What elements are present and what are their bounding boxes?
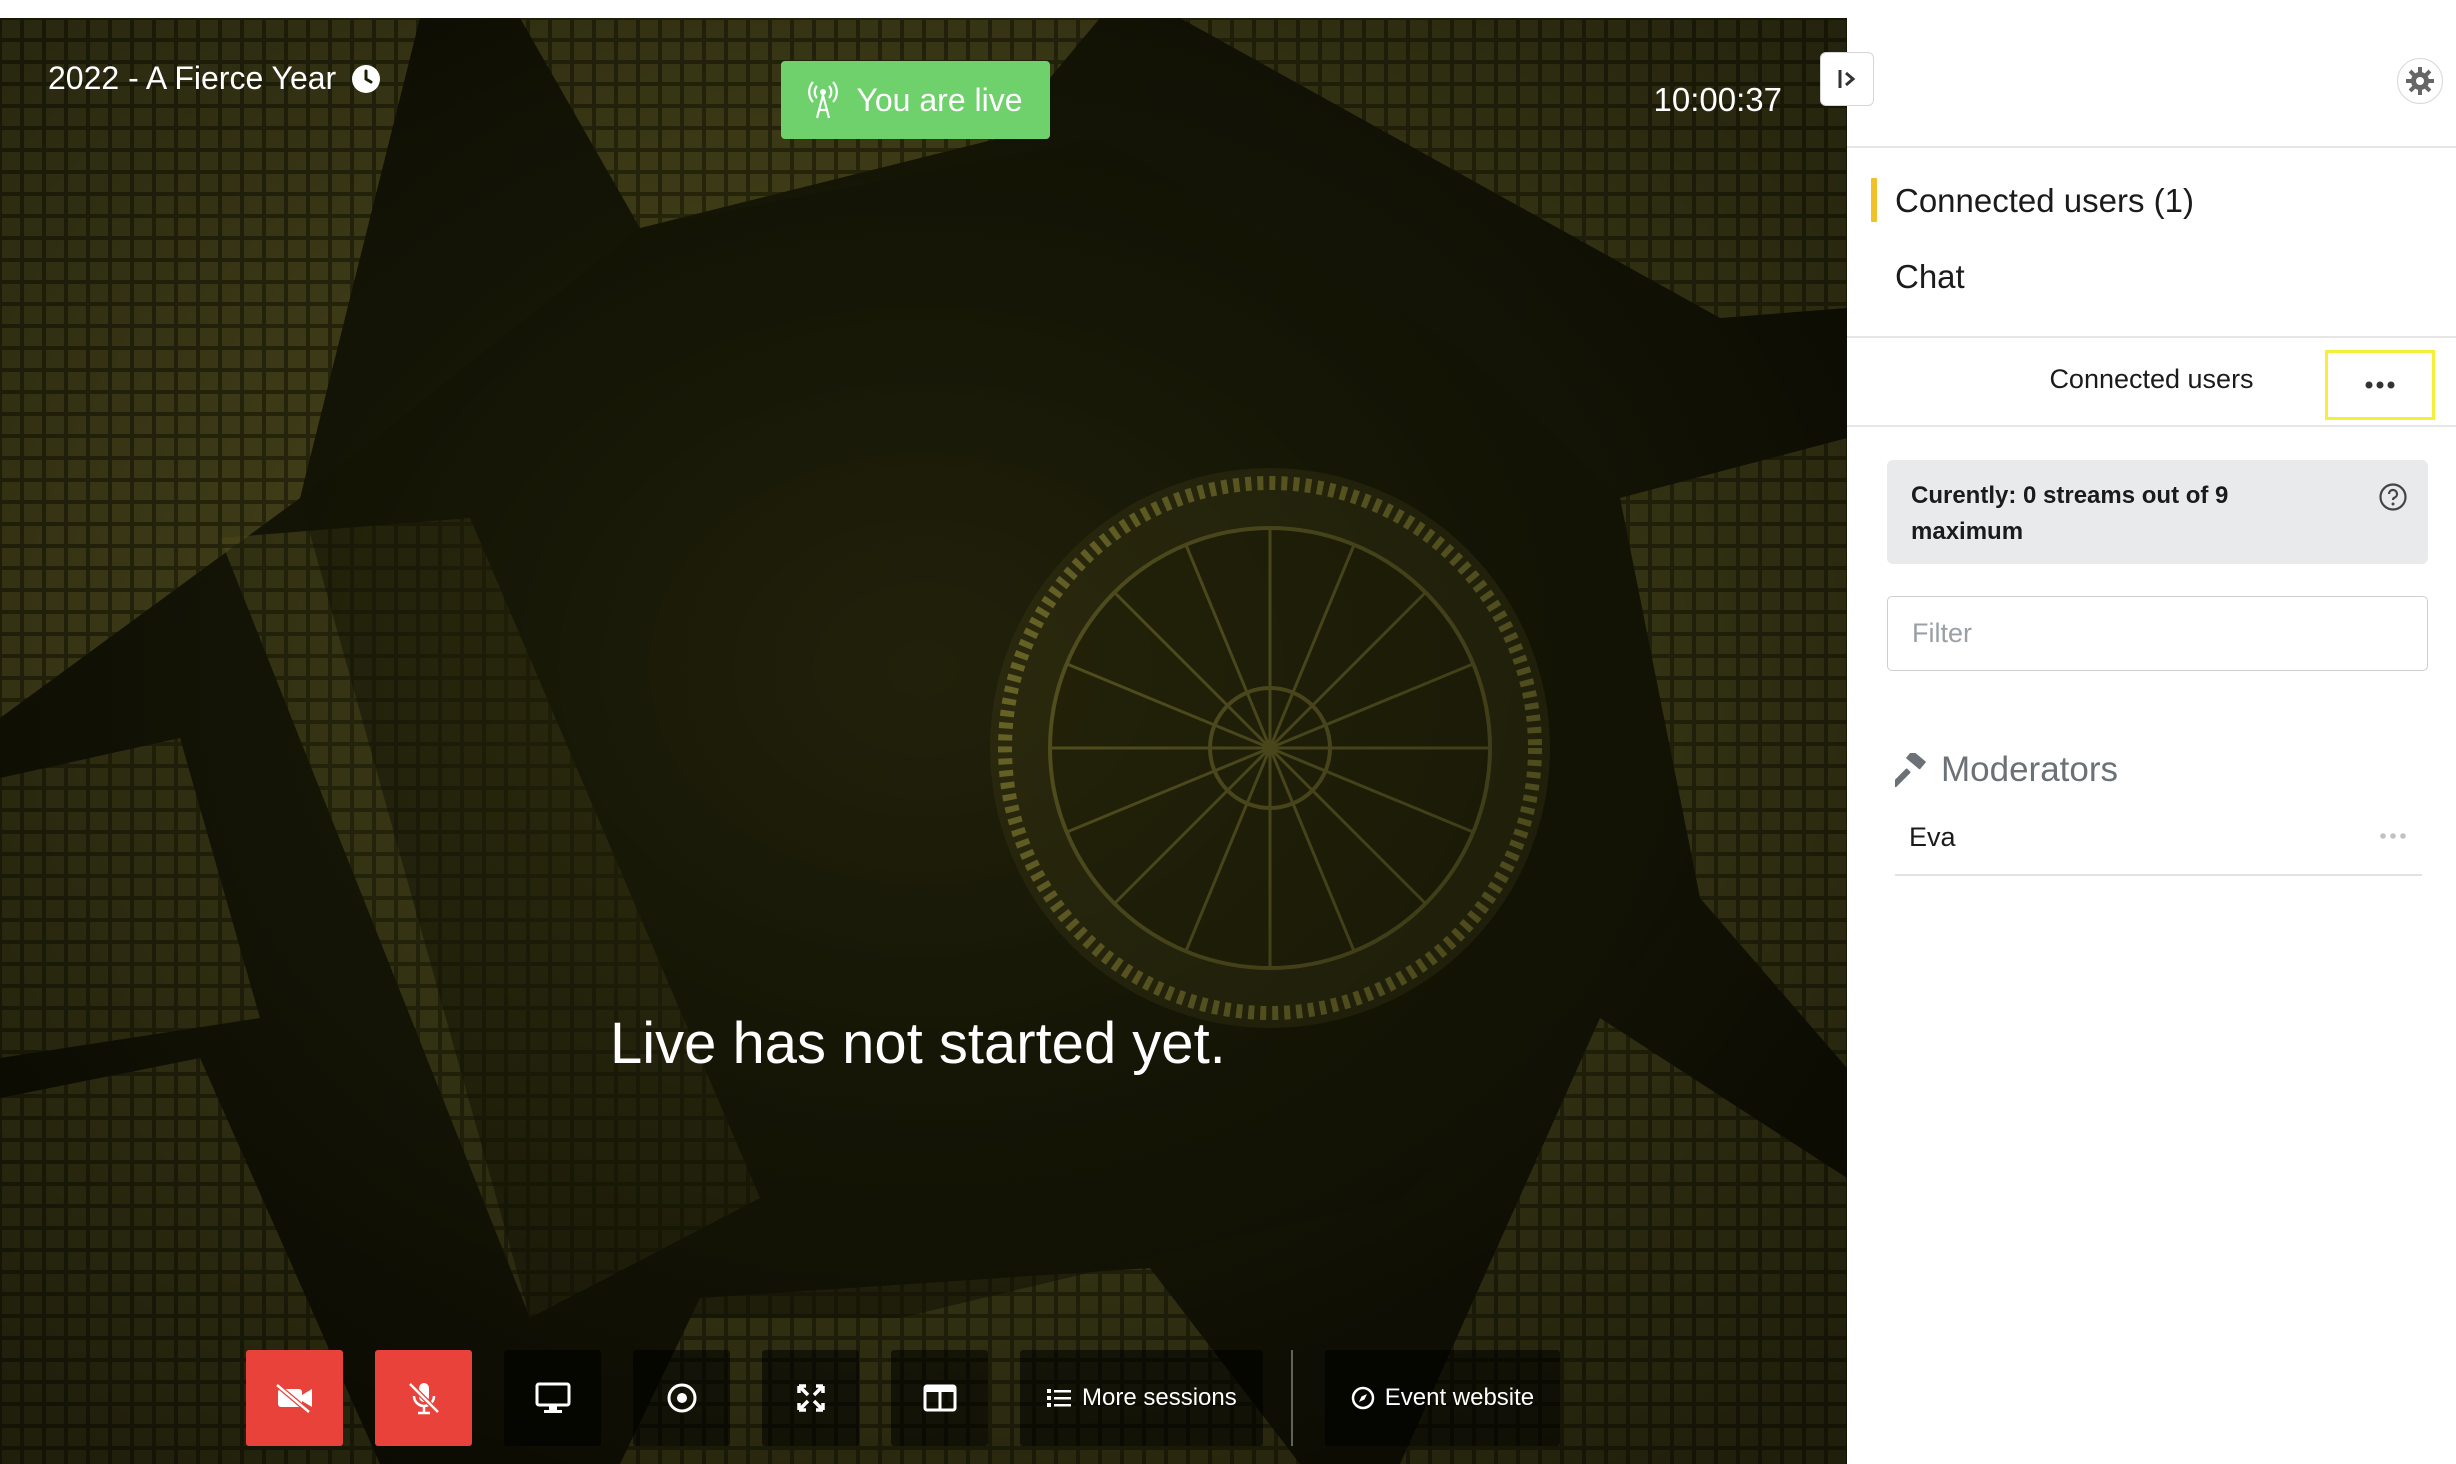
layout-icon <box>923 1384 956 1412</box>
gear-icon <box>2406 67 2434 95</box>
toggle-microphone-button[interactable] <box>375 1350 472 1446</box>
gavel-icon <box>1895 753 1926 787</box>
stage-background-image <box>0 18 1847 1464</box>
compass-icon <box>1351 1386 1374 1410</box>
sidebar-divider <box>1847 146 2456 148</box>
record-button[interactable] <box>633 1350 730 1446</box>
sidebar-divider <box>1847 336 2456 338</box>
live-not-started-notice: Live has not started yet. <box>610 1011 1226 1076</box>
filter-input[interactable] <box>1887 596 2428 671</box>
panel-more-options-button[interactable] <box>2325 350 2435 420</box>
tab-connected-users[interactable]: Connected users (1) <box>1895 182 2194 220</box>
list-icon <box>1047 1389 1071 1407</box>
moderators-heading: Moderators <box>1895 750 2118 790</box>
moderators-heading-label: Moderators <box>1941 750 2119 789</box>
ellipsis-icon <box>2365 381 2395 389</box>
help-icon[interactable] <box>2378 482 2408 512</box>
call-toolbar: More sessions Event website <box>246 1350 1592 1446</box>
user-row[interactable]: Eva <box>1895 808 2422 876</box>
record-icon <box>667 1383 696 1413</box>
live-status-badge: You are live <box>781 61 1050 139</box>
mic-off-icon <box>407 1382 440 1415</box>
session-timer: 10:00:37 <box>1653 81 1782 118</box>
collapse-panel-icon <box>1838 70 1856 88</box>
event-title: 2022 - A Fierce Year <box>48 60 382 97</box>
share-screen-button[interactable] <box>504 1350 601 1446</box>
user-options-icon[interactable] <box>2378 826 2408 846</box>
more-sessions-label: More sessions <box>1082 1384 1237 1411</box>
event-website-label: Event website <box>1384 1384 1535 1411</box>
fullscreen-icon <box>796 1384 825 1412</box>
sidebar-divider <box>1847 425 2456 427</box>
toggle-camera-button[interactable] <box>246 1350 343 1446</box>
live-badge-label: You are live <box>856 81 1023 118</box>
collapse-sidebar-button[interactable] <box>1820 52 1874 106</box>
stream-info-box: Curently: 0 streams out of 9 maximum <box>1887 460 2428 564</box>
more-sessions-button[interactable]: More sessions <box>1020 1350 1263 1446</box>
toolbar-divider <box>1290 1350 1293 1446</box>
event-website-button[interactable]: Event website <box>1324 1350 1561 1446</box>
settings-button[interactable] <box>2397 58 2443 104</box>
stream-info-text: Curently: 0 streams out of 9 maximum <box>1911 482 2229 545</box>
event-title-text: 2022 - A Fierce Year <box>48 60 337 96</box>
video-off-icon <box>274 1383 312 1413</box>
tab-chat[interactable]: Chat <box>1895 258 1965 296</box>
sidebar: Connected users (1) Chat Connected users… <box>1847 0 2456 1464</box>
broadcast-antenna-icon <box>808 81 839 119</box>
clock-icon[interactable] <box>350 63 382 95</box>
active-tab-indicator <box>1871 178 1877 222</box>
screen-share-icon <box>535 1382 570 1413</box>
layout-button[interactable] <box>891 1350 988 1446</box>
user-name: Eva <box>1909 822 1956 852</box>
fullscreen-button[interactable] <box>762 1350 859 1446</box>
video-stage: 2022 - A Fierce Year You are live 10:00:… <box>0 18 1847 1464</box>
